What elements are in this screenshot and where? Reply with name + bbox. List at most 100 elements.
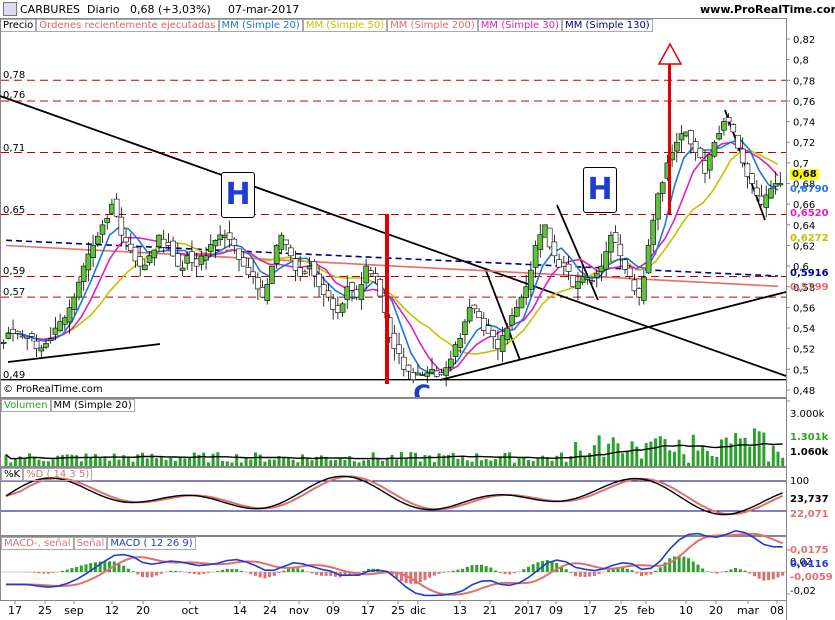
candle-up bbox=[683, 131, 690, 137]
macd-hist-bar bbox=[583, 572, 587, 577]
candle-up bbox=[94, 235, 101, 245]
candle-up bbox=[716, 133, 722, 140]
volume-bar bbox=[70, 454, 74, 466]
macd-hist-bar bbox=[724, 571, 728, 572]
volume-bar bbox=[757, 431, 761, 466]
macd-hist-bar bbox=[781, 572, 785, 576]
candle-down bbox=[758, 195, 765, 205]
candle-up bbox=[179, 267, 186, 271]
macd-tick-minus002: -0,02 bbox=[790, 586, 816, 597]
candle-up bbox=[212, 240, 219, 247]
volume-bar bbox=[494, 459, 498, 466]
legend-volume[interactable]: Volumen bbox=[1, 399, 51, 412]
candle-up bbox=[608, 234, 614, 253]
level-label-065: 0,65 bbox=[3, 205, 26, 216]
volume-bar bbox=[781, 457, 785, 466]
macd-hist-bar bbox=[221, 569, 225, 572]
level-label-076: 0,76 bbox=[3, 90, 26, 101]
candle-down bbox=[165, 242, 172, 246]
macd-hist-bar bbox=[767, 572, 771, 581]
candle-down bbox=[546, 227, 553, 248]
volume-bar bbox=[329, 460, 333, 466]
tag-last-price: 0,68 bbox=[790, 169, 819, 180]
price-tick-label: 0,5 bbox=[793, 365, 809, 376]
price-tick-label: 0,54 bbox=[793, 324, 815, 335]
candle-down bbox=[636, 288, 642, 298]
candle-down bbox=[255, 277, 261, 290]
volume-bar bbox=[89, 457, 93, 466]
candle-up bbox=[678, 133, 685, 141]
candle-up bbox=[721, 121, 727, 131]
volume-bar bbox=[79, 461, 83, 466]
volume-bar bbox=[352, 461, 356, 466]
volume-bar bbox=[282, 456, 286, 466]
legend-volume-mm20[interactable]: MM (Simple 20) bbox=[50, 399, 135, 412]
candle-up bbox=[90, 245, 96, 258]
price-tick-label: 0,78 bbox=[793, 76, 815, 87]
volume-bar bbox=[720, 439, 724, 466]
candle-down bbox=[471, 304, 478, 310]
candle-up bbox=[706, 154, 713, 171]
legend-stoch-d[interactable]: %D ( 14 3 5) bbox=[23, 468, 93, 481]
candle-down bbox=[410, 372, 416, 380]
volume-bar bbox=[258, 454, 262, 466]
candle-up bbox=[452, 344, 459, 357]
volume-bar bbox=[715, 456, 719, 466]
volume-bar bbox=[253, 452, 257, 466]
macd-hist-bar bbox=[268, 572, 272, 578]
x-axis-label: 20 bbox=[709, 604, 723, 617]
macd-hist-bar bbox=[225, 568, 229, 572]
volume-bar bbox=[65, 454, 69, 466]
price-tick-label: 0,82 bbox=[793, 35, 815, 46]
candle-down bbox=[631, 279, 638, 292]
macd-hist-bar bbox=[503, 572, 507, 575]
candle-down bbox=[570, 275, 577, 288]
macd-hist-bar bbox=[734, 567, 738, 572]
legend-macd-signal[interactable]: Señal bbox=[73, 537, 108, 550]
candle-up bbox=[457, 338, 464, 348]
candle-down bbox=[231, 238, 238, 246]
trend-line bbox=[7, 343, 161, 363]
candle-down bbox=[33, 340, 40, 350]
candle-down bbox=[297, 267, 304, 277]
x-axis-label: 08 bbox=[770, 604, 784, 617]
x-axis-label: 12 bbox=[105, 604, 119, 617]
legend-macd[interactable]: MACD ( 12 26 9) bbox=[107, 537, 196, 550]
candle-up bbox=[76, 281, 82, 298]
level-label-078: 0,78 bbox=[3, 70, 26, 81]
volume-bar bbox=[762, 432, 766, 466]
price-tick-label: 0,48 bbox=[793, 386, 815, 397]
volume-bar bbox=[437, 453, 441, 466]
volume-bar bbox=[517, 458, 521, 466]
volume-bar bbox=[771, 445, 775, 466]
macd-hist-bar bbox=[668, 558, 672, 572]
volume-bar bbox=[527, 460, 531, 466]
candle-down bbox=[490, 329, 497, 338]
macd-hist-bar bbox=[574, 572, 578, 577]
volume-bar bbox=[42, 461, 46, 466]
stoch-legend: %K %D ( 14 3 5) bbox=[1, 468, 93, 481]
candle-up bbox=[499, 335, 506, 352]
candle-up bbox=[207, 244, 214, 252]
candle-down bbox=[113, 198, 120, 217]
macd-hist-bar bbox=[461, 568, 465, 572]
volume-bar bbox=[357, 462, 361, 466]
volume-bar bbox=[173, 460, 177, 466]
macd-hist-bar bbox=[310, 572, 314, 574]
candle-up bbox=[448, 358, 454, 368]
legend-macd-hist[interactable]: MACD-, señal bbox=[1, 537, 74, 550]
macd-hist-bar bbox=[253, 572, 257, 576]
macd-hist-bar bbox=[324, 572, 328, 577]
candle-down bbox=[438, 372, 445, 375]
candle-up bbox=[339, 303, 346, 313]
volume-bar bbox=[512, 462, 516, 466]
legend-stoch-k[interactable]: %K bbox=[1, 468, 24, 481]
volume-bar bbox=[310, 460, 314, 466]
macd-hist-bar bbox=[301, 569, 305, 572]
macd-hist-bar bbox=[126, 568, 130, 572]
chart-canvas[interactable]: 17 25 sep 12 20 oct 14 24 nov 09 17 25 dic 13 21 2017 09… bbox=[0, 0, 835, 620]
price-tick-label: 0,64 bbox=[793, 221, 815, 232]
candle-up bbox=[424, 372, 431, 377]
volume-bar bbox=[23, 459, 27, 466]
x-axis-label: 2017 bbox=[514, 604, 542, 617]
